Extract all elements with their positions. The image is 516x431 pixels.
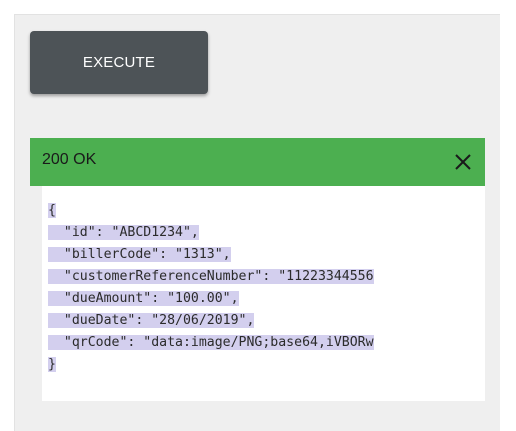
response-status-bar: 200 OK	[30, 138, 485, 186]
response-json: { "id": "ABCD1234", "billerCode": "1313"…	[48, 200, 374, 376]
close-icon[interactable]	[451, 150, 475, 174]
json-line: "dueAmount": "100.00",	[48, 291, 239, 306]
json-line: "id": "ABCD1234",	[48, 225, 199, 240]
json-line: "customerReferenceNumber": "11223344556	[48, 269, 374, 284]
response-status-text: 200 OK	[42, 151, 97, 168]
json-line: "qrCode": "data:image/PNG;base64,iVBORw	[48, 335, 374, 350]
execute-button[interactable]: EXECUTE	[30, 31, 208, 94]
json-line: {	[48, 203, 56, 218]
execute-button-label: EXECUTE	[82, 54, 156, 71]
response-body[interactable]: { "id": "ABCD1234", "billerCode": "1313"…	[42, 186, 485, 401]
json-line: }	[48, 357, 56, 372]
json-line: "billerCode": "1313",	[48, 247, 231, 262]
json-line: "dueDate": "28/06/2019",	[48, 313, 255, 328]
